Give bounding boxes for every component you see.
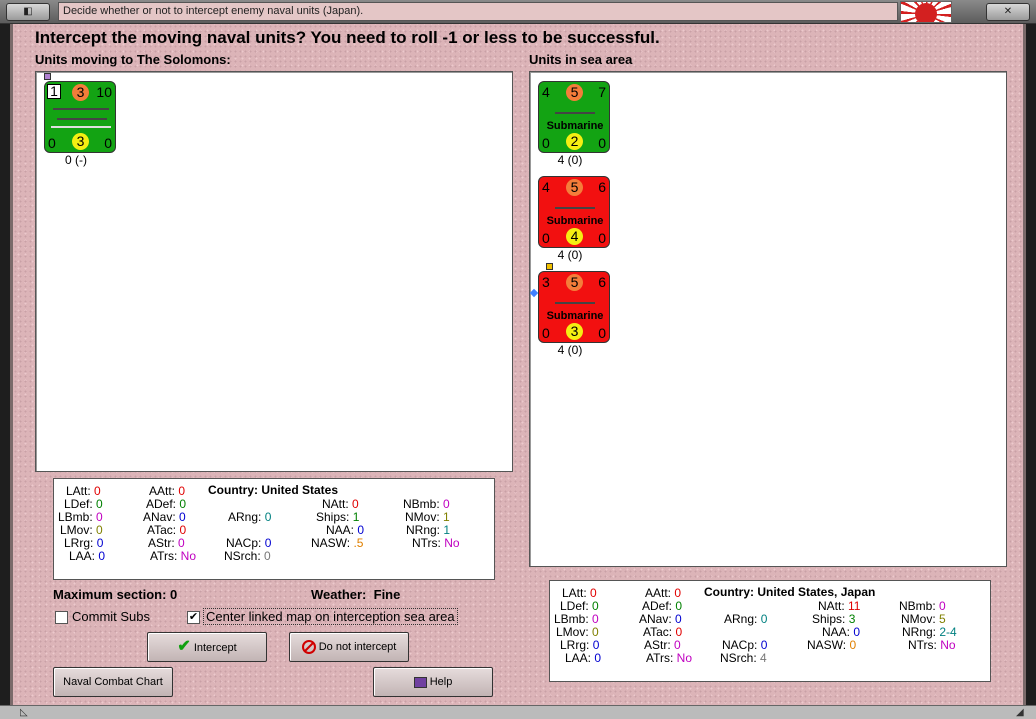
counter-bot-mid: 4 <box>566 228 583 245</box>
counter-top-left: 3 <box>542 274 550 290</box>
counter-top-left: 4 <box>542 84 550 100</box>
counter-top-mid: 5 <box>566 274 583 291</box>
weather-label: Weather: Fine <box>311 587 401 602</box>
submarine-icon <box>555 112 595 114</box>
counter-bot-right: 0 <box>104 135 112 151</box>
submarine-icon <box>555 302 595 304</box>
counter-top-mid: 5 <box>566 179 583 196</box>
resize-grip-icon[interactable]: ◢ <box>1016 707 1030 719</box>
sea-area-stats: LAtt: 0 LDef: 0 LBmb: 0 LMov: 0 LRrg: 0 … <box>549 580 991 682</box>
counter-top-left: 1 <box>47 84 61 99</box>
counter-unit-type: Submarine <box>546 215 604 227</box>
sea-area-units-label: Units in sea area <box>529 52 633 67</box>
counter-bot-left: 0 <box>542 325 550 341</box>
counter-top-mid: 5 <box>566 84 583 101</box>
help-button[interactable]: Help <box>373 667 493 697</box>
checkmark-icon: ✔ <box>177 638 191 655</box>
counter-bot-left: 0 <box>542 230 550 246</box>
do-not-intercept-button[interactable]: Do not intercept <box>289 632 409 662</box>
selection-diamond-icon <box>529 288 539 298</box>
unit-marker-icon <box>546 263 553 270</box>
center-map-checkbox[interactable]: ✔ <box>187 611 200 624</box>
window-title: Decide whether or not to intercept enemy… <box>58 2 898 21</box>
ship-silhouette-icon <box>51 126 111 128</box>
commit-subs-checkbox[interactable] <box>55 611 68 624</box>
counter-top-right: 10 <box>96 84 112 100</box>
moving-units-stats: LAtt: 0 LDef: 0 LBmb: 0 LMov: 0 LRrg: 0 … <box>53 478 495 580</box>
max-section-label: Maximum section: 0 <box>53 587 178 602</box>
unit-marker-icon <box>44 73 51 80</box>
sea-unit-counter[interactable]: 4 5 7 Submarine 0 2 0 <box>538 81 610 153</box>
counter-bot-mid: 2 <box>566 133 583 150</box>
counter-top-right: 6 <box>598 179 606 195</box>
ship-silhouette-icon <box>53 108 109 110</box>
counter-bot-mid: 3 <box>566 323 583 340</box>
counter-bot-right: 0 <box>598 230 606 246</box>
resize-left-icon[interactable]: ◺ <box>20 707 28 718</box>
sea-unit-counter[interactable]: 4 5 6 Submarine 0 4 0 <box>538 176 610 248</box>
intercept-button[interactable]: ✔ Intercept <box>147 632 267 662</box>
ship-silhouette-icon <box>57 118 107 120</box>
counter-top-right: 7 <box>598 84 606 100</box>
no-entry-icon <box>301 640 316 655</box>
counter-bot-mid: 3 <box>72 133 89 150</box>
naval-combat-chart-button[interactable]: Naval Combat Chart <box>53 667 173 697</box>
counter-caption: 4 (0) <box>557 153 583 167</box>
book-icon <box>413 676 427 688</box>
submarine-icon <box>555 207 595 209</box>
counter-bot-right: 0 <box>598 135 606 151</box>
counter-top-right: 6 <box>598 274 606 290</box>
counter-bot-right: 0 <box>598 325 606 341</box>
title-bar: ◧ Decide whether or not to intercept ene… <box>0 0 1036 24</box>
counter-top-mid: 3 <box>72 84 89 101</box>
close-icon[interactable]: ✕ <box>986 3 1030 21</box>
counter-unit-type: Submarine <box>546 120 604 132</box>
center-map-label[interactable]: Center linked map on interception sea ar… <box>203 608 458 625</box>
dialog-body: Intercept the moving naval units? You ne… <box>10 24 1026 714</box>
counter-caption: 0 (-) <box>65 153 87 167</box>
moving-units-label: Units moving to The Solomons: <box>35 52 231 67</box>
status-bar: ◺ ◢ <box>0 705 1036 719</box>
moving-unit-counter[interactable]: 1 3 10 0 3 0 <box>44 81 116 153</box>
weather-value: Fine <box>373 587 401 602</box>
sea-area-units-panel[interactable]: 4 5 7 Submarine 0 2 0 4 (0) 4 5 6 Submar… <box>529 71 1007 567</box>
system-menu-button[interactable]: ◧ <box>6 3 50 21</box>
japan-flag-icon <box>900 1 952 23</box>
commit-subs-label[interactable]: Commit Subs <box>72 609 150 624</box>
counter-bot-left: 0 <box>542 135 550 151</box>
counter-caption: 4 (0) <box>557 343 583 357</box>
intercept-prompt: Intercept the moving naval units? You ne… <box>35 28 660 47</box>
sea-unit-counter[interactable]: 3 5 6 Submarine 0 3 0 <box>538 271 610 343</box>
counter-bot-left: 0 <box>48 135 56 151</box>
moving-units-panel[interactable]: 1 3 10 0 3 0 0 (-) <box>35 71 513 472</box>
counter-caption: 4 (0) <box>557 248 583 262</box>
counter-top-left: 4 <box>542 179 550 195</box>
counter-unit-type: Submarine <box>546 310 604 322</box>
